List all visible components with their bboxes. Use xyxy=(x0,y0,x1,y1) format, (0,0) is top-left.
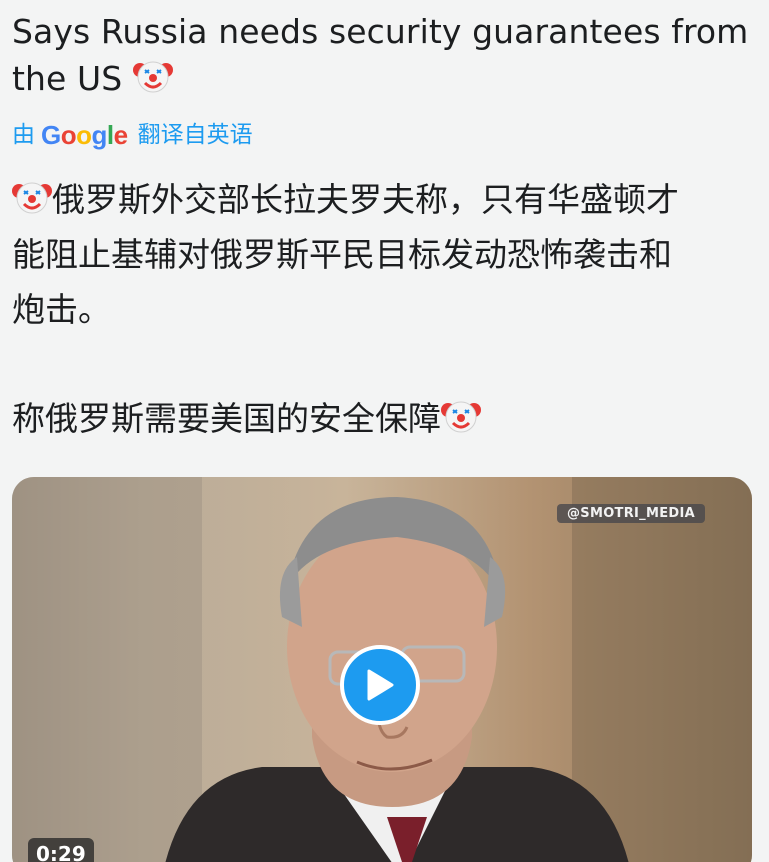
play-button[interactable] xyxy=(340,645,420,725)
translated-paragraph-2: 称俄罗斯需要美国的安全保障 xyxy=(12,391,757,446)
tweet-text-line-1: Says Russia needs security guarantees fr… xyxy=(12,12,749,51)
translated-line-1: 俄罗斯外交部长拉夫罗夫称，只有华盛顿才 xyxy=(52,180,679,219)
video-duration-badge: 0:29 xyxy=(28,838,94,862)
translated-from-label[interactable]: 翻译自英语 xyxy=(138,118,253,152)
tweet-text-line-2: the US xyxy=(12,59,123,98)
translated-text: 俄罗斯外交部长拉夫罗夫称，只有华盛顿才 能阻止基辅对俄罗斯平民目标发动恐怖袭击和… xyxy=(12,172,757,446)
translated-paragraph-1: 俄罗斯外交部长拉夫罗夫称，只有华盛顿才 能阻止基辅对俄罗斯平民目标发动恐怖袭击和… xyxy=(12,172,757,337)
clown-face-icon xyxy=(132,61,173,93)
translated-by-label: 由 xyxy=(12,122,35,148)
translation-attribution[interactable]: 由 Google 翻译自英语 xyxy=(12,118,253,152)
clown-face-icon xyxy=(12,182,52,214)
play-icon xyxy=(367,669,394,701)
tweet-text: Says Russia needs security guarantees fr… xyxy=(12,8,757,102)
watermark-label: @SMOTRI_MEDIA xyxy=(557,504,705,523)
tweet-detail: Says Russia needs security guarantees fr… xyxy=(0,0,769,862)
translated-line-3: 炮击。 xyxy=(12,290,111,329)
google-logo: Google xyxy=(41,120,128,150)
translated-line-4: 称俄罗斯需要美国的安全保障 xyxy=(12,399,441,438)
translated-line-2: 能阻止基辅对俄罗斯平民目标发动恐怖袭击和 xyxy=(12,235,672,274)
clown-face-icon xyxy=(441,401,481,433)
